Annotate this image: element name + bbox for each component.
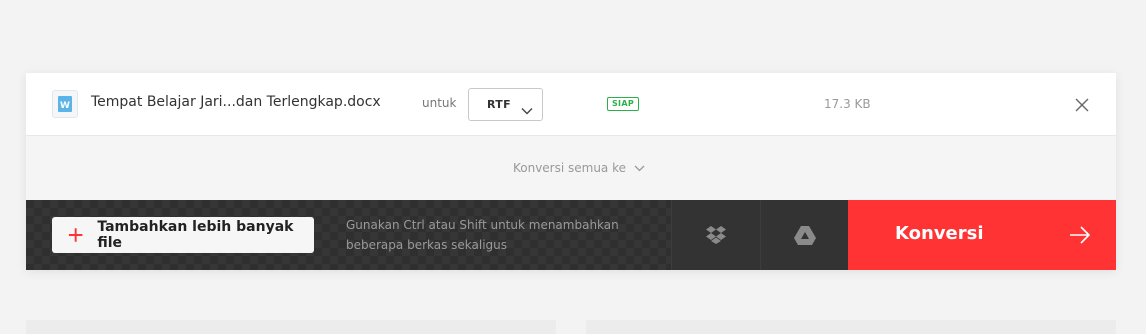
word-doc-icon: W <box>52 90 78 118</box>
google-drive-icon <box>794 225 816 245</box>
remove-file-button[interactable] <box>1073 96 1091 114</box>
chevron-down-icon <box>634 165 645 171</box>
add-more-files-label: Tambahkan lebih banyak file <box>97 219 294 251</box>
file-name: Tempat Belajar Jari...dan Terlengkap.doc… <box>91 94 381 110</box>
dropbox-button[interactable] <box>671 200 760 270</box>
convert-all-dropdown[interactable]: Konversi semua ke <box>513 161 645 175</box>
dropbox-icon <box>706 226 726 244</box>
convert-all-label: Konversi semua ke <box>512 161 627 175</box>
convert-button[interactable]: Konversi <box>848 200 1116 270</box>
lower-card-right <box>586 320 1116 334</box>
page: { "file": { "name": "Tempat Belajar Jari… <box>0 0 1146 334</box>
file-size: 17.3 KB <box>824 97 871 111</box>
format-select[interactable]: RTF <box>468 88 543 121</box>
file-row: W Tempat Belajar Jari...dan Terlengkap.d… <box>26 73 1116 136</box>
add-more-files-button[interactable]: Tambahkan lebih banyak file <box>52 217 314 253</box>
convert-label: Konversi <box>895 223 984 244</box>
multi-select-hint: Gunakan Ctrl atau Shift untuk menambahka… <box>346 218 619 252</box>
to-label: untuk <box>422 96 457 110</box>
svg-text:W: W <box>60 101 70 111</box>
plus-icon <box>68 228 83 242</box>
close-icon <box>1075 98 1089 112</box>
google-drive-button[interactable] <box>760 200 849 270</box>
convert-all-row: Konversi semua ke <box>26 136 1116 200</box>
action-bar: Tambahkan lebih banyak file Gunakan Ctrl… <box>26 200 1116 270</box>
format-value: RTF <box>487 98 511 111</box>
arrow-right-icon <box>1070 226 1091 244</box>
file-conversion-panel: W Tempat Belajar Jari...dan Terlengkap.d… <box>26 73 1116 270</box>
status-badge: SIAP <box>607 97 639 111</box>
lower-card-left <box>26 320 556 334</box>
chevron-down-icon <box>521 100 533 119</box>
